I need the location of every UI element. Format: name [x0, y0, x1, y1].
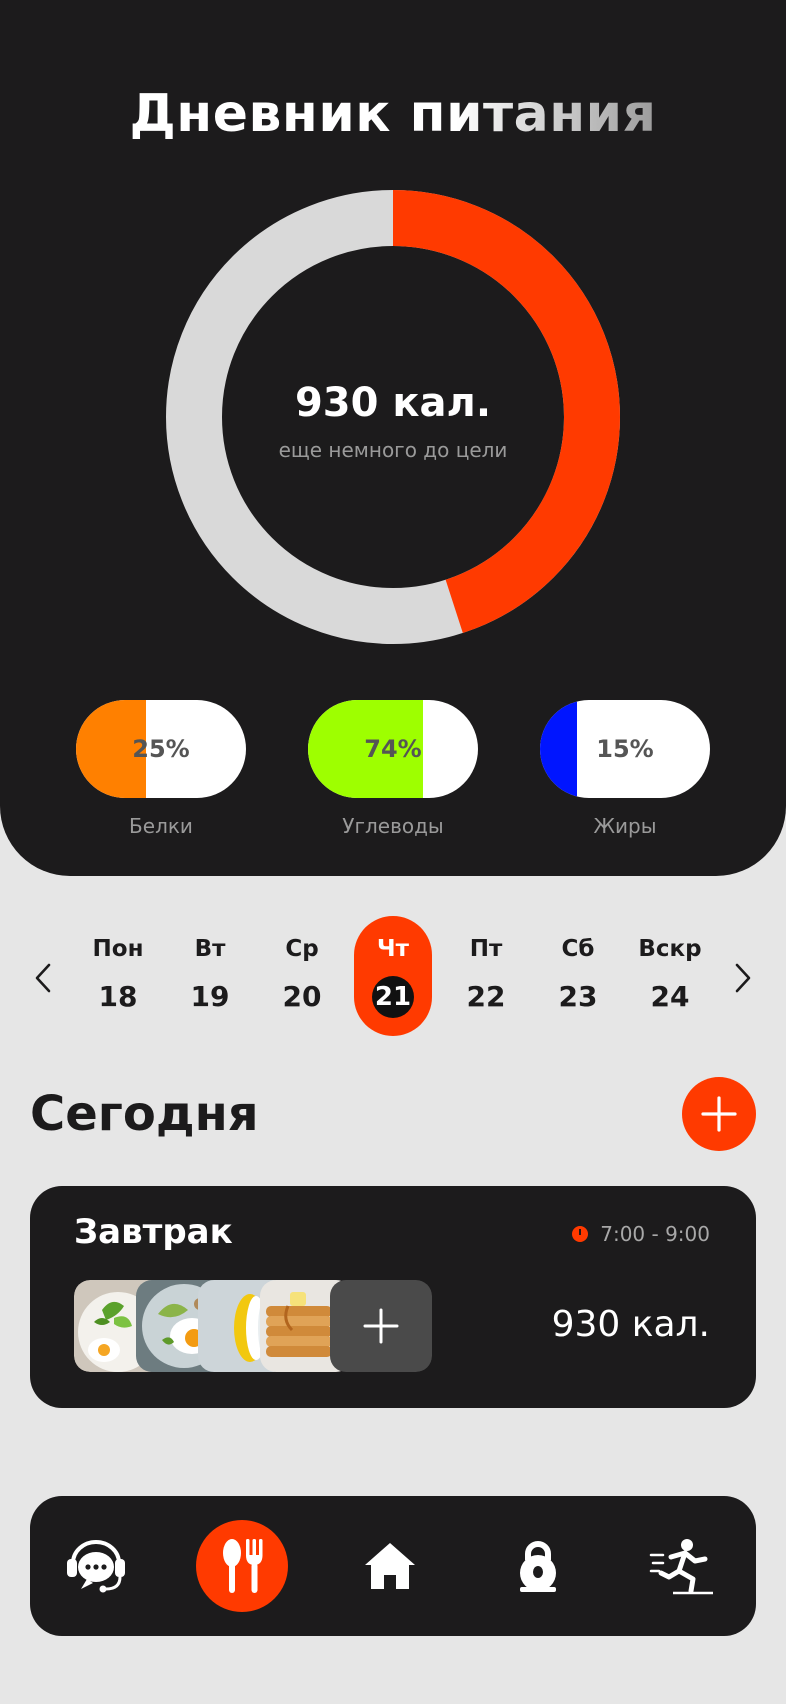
macro-protein-label: Белки: [129, 814, 193, 838]
macro-carbs-percent: 74%: [364, 735, 422, 763]
day-name: Сб: [561, 936, 595, 962]
day-date: 24: [650, 980, 690, 1013]
day-date: 23: [558, 980, 598, 1013]
day-name: Пт: [469, 936, 503, 962]
day-date: 21: [372, 976, 414, 1018]
calories-value: 930 кал.: [294, 380, 492, 426]
next-week-button[interactable]: [728, 958, 758, 998]
day-name: Вскр: [638, 936, 702, 962]
house-icon: [365, 1543, 415, 1589]
day-sat[interactable]: Сб 23: [539, 916, 617, 1036]
macro-fats-label: Жиры: [593, 814, 657, 838]
nav-nutrition[interactable]: [196, 1520, 288, 1612]
day-date: 19: [190, 980, 230, 1013]
macro-fats-percent: 15%: [596, 735, 654, 763]
summary-panel: Дневник питания 930 кал. еще немного до …: [0, 0, 786, 876]
macro-fats-pill: 15%: [540, 700, 710, 798]
spoon-fork-icon: [223, 1539, 263, 1593]
nav-home[interactable]: [344, 1520, 436, 1612]
day-tue[interactable]: Вт 19: [171, 916, 249, 1036]
page-title: Дневник питания: [129, 84, 657, 144]
meal-photos: [74, 1280, 432, 1372]
day-name: Чт: [377, 936, 409, 962]
macro-carbs-pill: 74%: [308, 700, 478, 798]
meal-title: Завтрак: [74, 1212, 233, 1252]
kettlebell-icon: [520, 1541, 556, 1592]
calorie-summary: 930 кал. еще немного до цели: [166, 380, 620, 462]
nav-support[interactable]: [50, 1520, 142, 1612]
day-fri[interactable]: Пт 22: [447, 916, 525, 1036]
meal-time-text: 7:00 - 9:00: [600, 1222, 710, 1246]
meal-time: 7:00 - 9:00: [572, 1222, 710, 1246]
meal-calories: 930 кал.: [551, 1304, 710, 1345]
plus-icon: [363, 1308, 399, 1344]
meal-card-breakfast[interactable]: Завтрак 7:00 - 9:00 930 кал.: [30, 1186, 756, 1408]
day-name: Вт: [194, 936, 226, 962]
clock-icon: [572, 1226, 589, 1242]
bottom-nav: [30, 1496, 756, 1636]
section-title: Сегодня: [30, 1086, 259, 1142]
macro-carbs-label: Углеводы: [342, 814, 444, 838]
chat-headset-icon: [67, 1540, 125, 1593]
macro-protein-pill: 25%: [76, 700, 246, 798]
day-name: Пон: [92, 936, 144, 962]
day-wed[interactable]: Ср 20: [263, 916, 341, 1036]
calories-subtitle: еще немного до цели: [278, 438, 508, 462]
day-mon[interactable]: Пон 18: [79, 916, 157, 1036]
day-date: 18: [98, 980, 138, 1013]
day-name: Ср: [285, 936, 319, 962]
plus-icon: [701, 1096, 737, 1132]
add-meal-button[interactable]: [682, 1077, 756, 1151]
chevron-left-icon: [35, 963, 51, 993]
nav-workouts[interactable]: [492, 1520, 584, 1612]
macro-protein-percent: 25%: [132, 735, 190, 763]
day-date: 22: [466, 980, 506, 1013]
chevron-right-icon: [735, 963, 751, 993]
add-photo-button[interactable]: [330, 1280, 432, 1372]
runner-icon: [649, 1539, 713, 1595]
day-sun[interactable]: Вскр 24: [631, 916, 709, 1036]
day-thu[interactable]: Чт 21: [354, 916, 432, 1036]
prev-week-button[interactable]: [28, 958, 58, 998]
day-date: 20: [282, 980, 322, 1013]
nav-activity[interactable]: [636, 1520, 728, 1612]
